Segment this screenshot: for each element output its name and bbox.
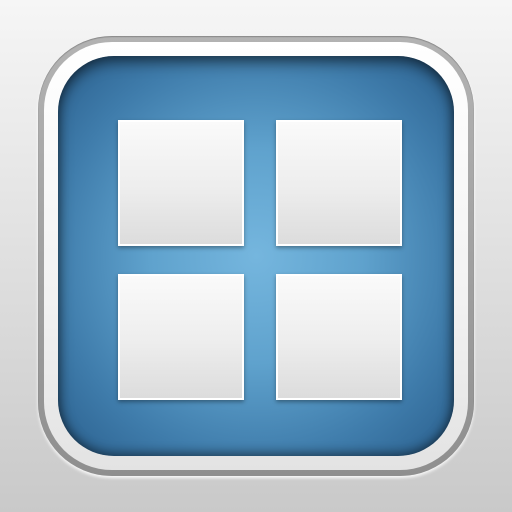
grid-tray bbox=[58, 56, 454, 456]
grid-tile-bottom-right bbox=[276, 274, 402, 400]
grid-tile-bottom-left bbox=[118, 274, 244, 400]
grid-tile-top-right bbox=[276, 120, 402, 246]
icon-bezel-inner bbox=[44, 42, 468, 470]
icon-bezel bbox=[38, 36, 474, 476]
app-icon[interactable] bbox=[0, 0, 512, 512]
grid-tile-top-left bbox=[118, 120, 244, 246]
